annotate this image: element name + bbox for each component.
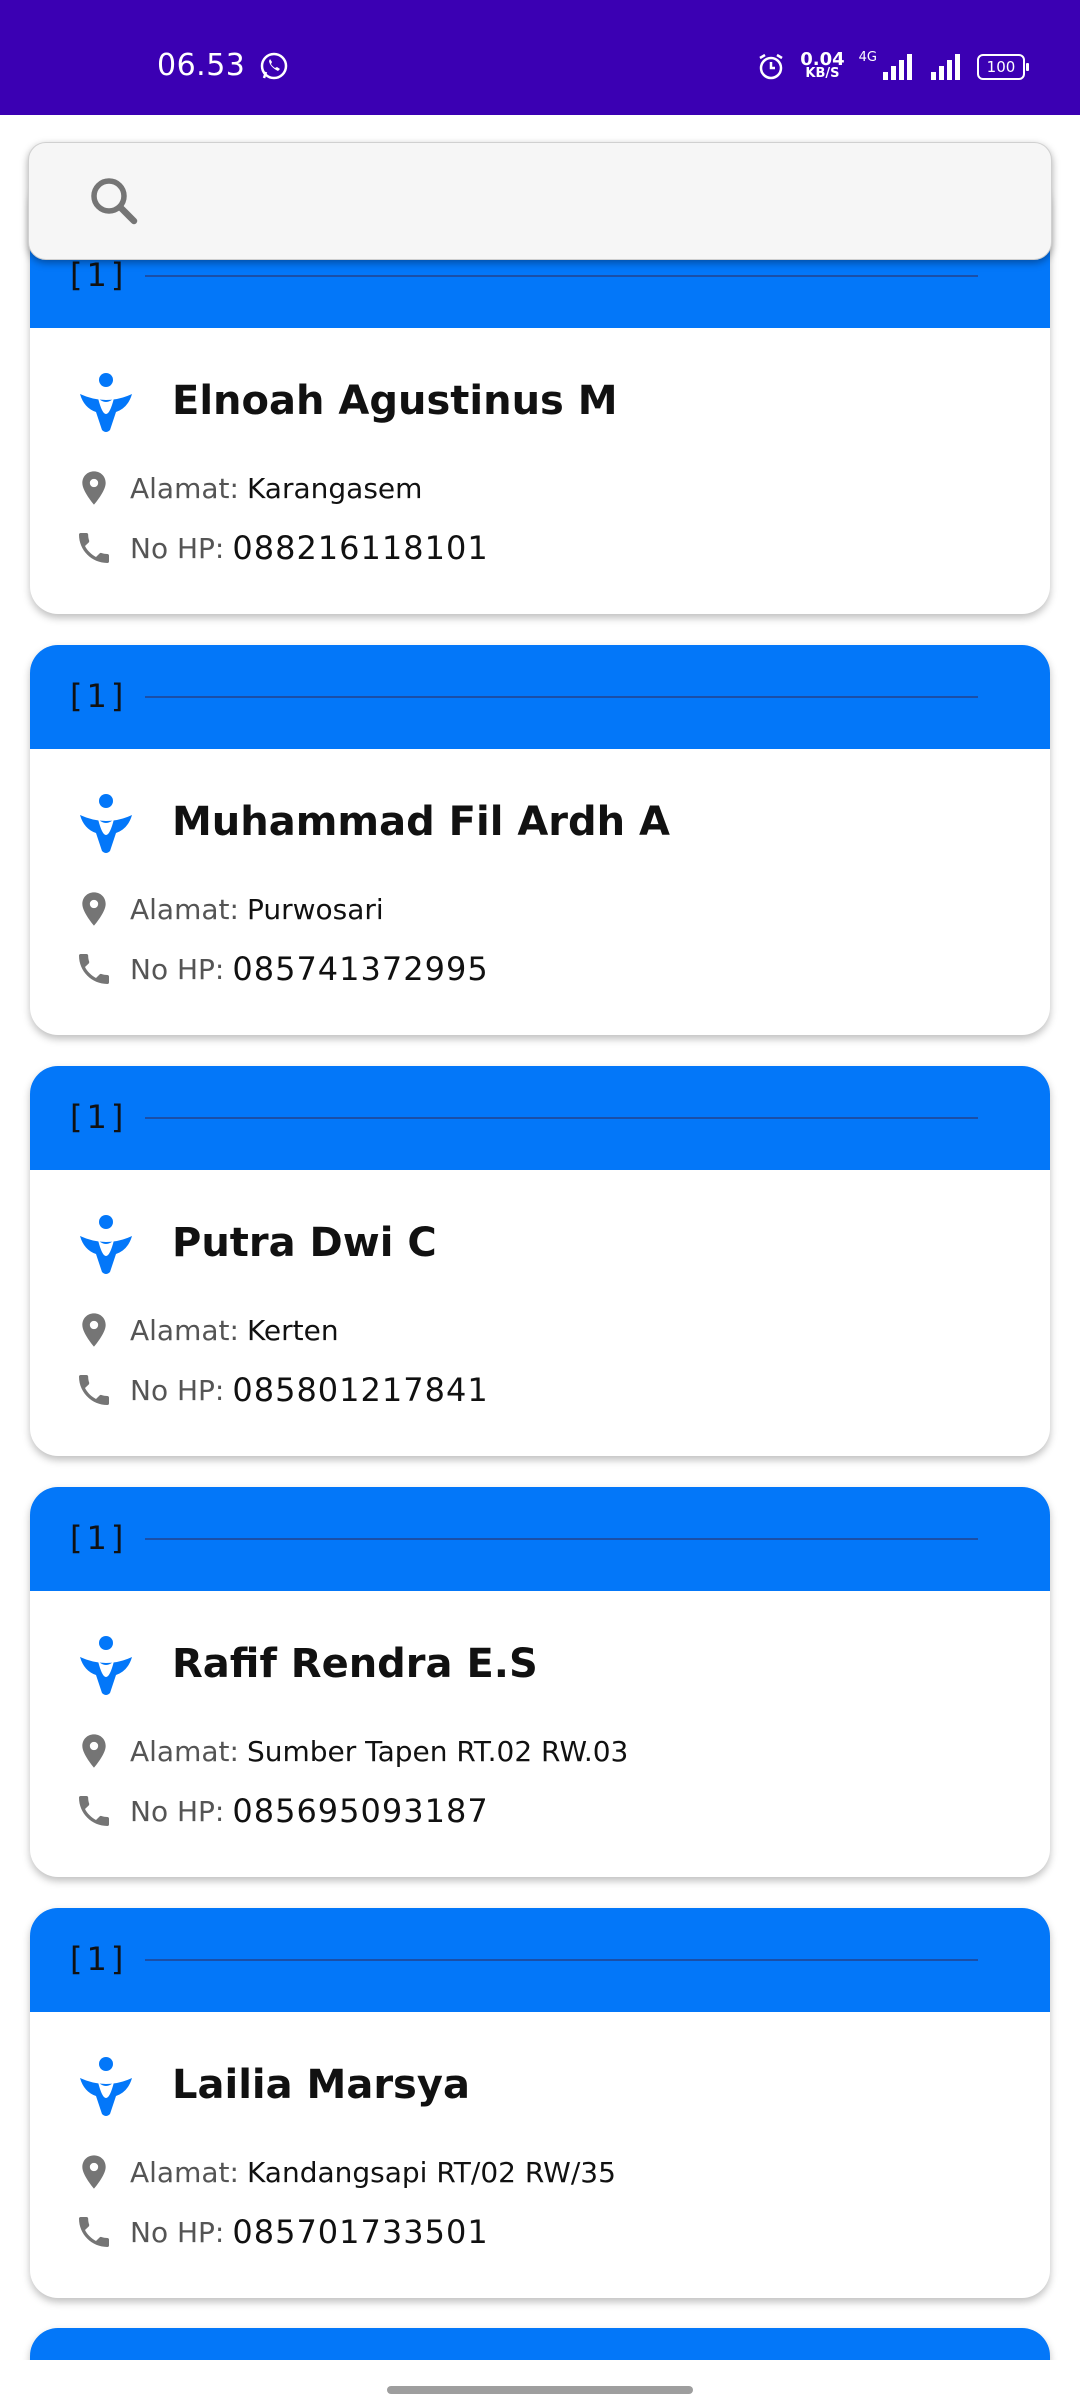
address-row: Alamat: Sumber Tapen RT.02 RW.03 — [74, 1731, 628, 1771]
phone-icon — [79, 954, 109, 984]
navigation-bar — [0, 2360, 1080, 2400]
card-divider — [145, 275, 978, 277]
logo-icon — [80, 2057, 132, 2116]
address-value: Purwosari — [246, 892, 384, 926]
logo-icon — [80, 1636, 132, 1695]
address-row: Alamat: Kandangsapi RT/02 RW/35 — [74, 2152, 616, 2192]
contact-card[interactable]: [1] Lailia Marsya Alamat: Kandangsapi RT… — [30, 1908, 1050, 2298]
logo-icon — [80, 794, 132, 853]
phone-row[interactable]: No HP: 085741372995 — [74, 949, 489, 989]
contact-list[interactable]: [1] Elnoah Agustinus M Alamat: Karangase… — [0, 0, 1080, 2360]
contact-name: Rafif Rendra E.S — [172, 1641, 538, 1687]
location-pin-icon — [82, 471, 106, 505]
logo-icon — [80, 1215, 132, 1274]
logo-icon — [80, 373, 132, 432]
card-body: Rafif Rendra E.S Alamat: Sumber Tapen RT… — [30, 1591, 1050, 1877]
card-body: Putra Dwi C Alamat: Kerten No HP: 085801… — [30, 1170, 1050, 1456]
address-row: Alamat: Karangasem — [74, 468, 422, 508]
contact-name: Muhammad Fil Ardh A — [172, 799, 671, 845]
contact-name: Elnoah Agustinus M — [172, 378, 618, 424]
address-value: Sumber Tapen RT.02 RW.03 — [246, 1734, 629, 1768]
phone-label: No HP: — [130, 1373, 225, 1407]
location-pin-icon — [82, 1734, 106, 1768]
card-count: [1] — [70, 677, 128, 715]
phone-icon — [79, 1796, 109, 1826]
search-icon[interactable] — [84, 171, 144, 231]
address-row: Alamat: Purwosari — [74, 889, 384, 929]
phone-label: No HP: — [130, 1794, 225, 1828]
card-divider — [145, 1117, 978, 1119]
address-label: Alamat: — [130, 471, 239, 505]
card-header: [1] — [30, 1066, 1050, 1170]
phone-icon — [79, 533, 109, 563]
card-body: Lailia Marsya Alamat: Kandangsapi RT/02 … — [30, 2012, 1050, 2298]
address-label: Alamat: — [130, 1313, 239, 1347]
contact-card[interactable]: [1] Rafif Rendra E.S Alamat: Sumber Tape… — [30, 1487, 1050, 1877]
address-label: Alamat: — [130, 1734, 239, 1768]
phone-label: No HP: — [130, 952, 225, 986]
contact-card[interactable]: [1] Putra Dwi C Alamat: Kerten No HP: 08… — [30, 1066, 1050, 1456]
home-gesture-handle[interactable] — [387, 2386, 693, 2394]
address-value: Kandangsapi RT/02 RW/35 — [246, 2155, 616, 2189]
card-divider — [145, 1959, 978, 1961]
phone-label: No HP: — [130, 2215, 225, 2249]
card-count: [1] — [70, 256, 128, 294]
address-value: Karangasem — [246, 471, 423, 505]
phone-icon — [79, 2217, 109, 2247]
phone-value[interactable]: 085801217841 — [232, 1371, 488, 1409]
search-bar[interactable] — [28, 142, 1052, 260]
address-value: Kerten — [246, 1313, 339, 1347]
card-divider — [145, 696, 978, 698]
search-input[interactable] — [159, 163, 1023, 241]
contact-name: Lailia Marsya — [172, 2062, 470, 2108]
phone-label: No HP: — [130, 531, 225, 565]
phone-value[interactable]: 085695093187 — [232, 1792, 488, 1830]
address-label: Alamat: — [130, 892, 239, 926]
phone-row[interactable]: No HP: 085695093187 — [74, 1791, 489, 1831]
card-count: [1] — [70, 1098, 128, 1136]
address-label: Alamat: — [130, 2155, 239, 2189]
card-count: [1] — [70, 1519, 128, 1557]
phone-row[interactable]: No HP: 085701733501 — [74, 2212, 489, 2252]
contact-name: Putra Dwi C — [172, 1220, 437, 1266]
phone-row[interactable]: No HP: 088216118101 — [74, 528, 489, 568]
card-count: [1] — [70, 1940, 128, 1978]
card-divider — [145, 1538, 978, 1540]
location-pin-icon — [82, 892, 106, 926]
contact-card-partial[interactable] — [30, 2328, 1050, 2360]
phone-icon — [79, 1375, 109, 1405]
card-body: Muhammad Fil Ardh A Alamat: Purwosari No… — [30, 749, 1050, 1035]
phone-value[interactable]: 085741372995 — [232, 950, 488, 988]
phone-row[interactable]: No HP: 085801217841 — [74, 1370, 489, 1410]
address-row: Alamat: Kerten — [74, 1310, 339, 1350]
contact-card[interactable]: [1] Muhammad Fil Ardh A Alamat: Purwosar… — [30, 645, 1050, 1035]
phone-value[interactable]: 088216118101 — [232, 529, 488, 567]
location-pin-icon — [82, 1313, 106, 1347]
card-header: [1] — [30, 645, 1050, 749]
card-body: Elnoah Agustinus M Alamat: Karangasem No… — [30, 328, 1050, 614]
phone-value[interactable]: 085701733501 — [232, 2213, 488, 2251]
location-pin-icon — [82, 2155, 106, 2189]
card-header: [1] — [30, 1908, 1050, 2012]
card-header: [1] — [30, 1487, 1050, 1591]
